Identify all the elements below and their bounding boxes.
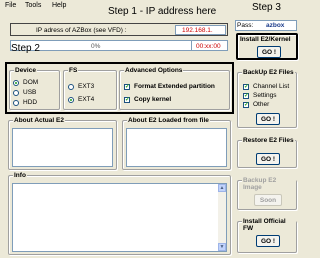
install-fw-title: Install Official FW <box>242 218 296 232</box>
channel-list-label: Channel List <box>253 83 290 90</box>
timer-field: 00:xx:00 <box>191 40 228 51</box>
pass-value[interactable]: azbox <box>266 22 284 29</box>
install-kernel-group: Install E2/Kernel GO ! <box>236 33 298 60</box>
device-hdd-label: HDD <box>23 99 38 106</box>
format-extended-label: Format Extended partition <box>134 83 215 90</box>
backup-image-title: Backup E2 Image <box>242 177 296 191</box>
settings-label: Settings <box>253 92 277 99</box>
checkbox-settings[interactable]: ✓ <box>243 93 249 99</box>
backup-files-group: BackUp E2 Files ✓ Channel List ✓ Setting… <box>237 69 297 128</box>
device-usb-label: USB <box>23 89 37 96</box>
device-group: Device DOM USB HDD <box>9 67 60 110</box>
progress-text: 0% <box>91 43 101 50</box>
ip-input[interactable]: 192.168.1. <box>175 25 226 35</box>
advanced-group: Advanced Options ✓ Format Extended parti… <box>119 67 230 110</box>
ip-label: IP adress of AZBox (see VFD) : <box>36 27 127 34</box>
backup-files-title: BackUp E2 Files <box>242 69 295 76</box>
menu-tools[interactable]: Tools <box>25 2 41 9</box>
fs-group: FS EXT3 EXT4 <box>63 67 117 110</box>
about-actual-group: About Actual E2 <box>8 117 117 170</box>
pass-row: Pass: azbox <box>235 20 297 31</box>
backup-files-go-button[interactable]: GO ! <box>256 113 280 125</box>
timer-value: 00:xx:00 <box>196 43 221 50</box>
radio-dom[interactable] <box>13 80 19 86</box>
about-actual-title: About Actual E2 <box>13 117 65 124</box>
fs-title: FS <box>68 67 79 74</box>
radio-ext3[interactable] <box>68 84 74 90</box>
device-dom-label: DOM <box>23 79 39 86</box>
menu-help[interactable]: Help <box>52 2 66 9</box>
backup-image-soon-button[interactable]: Soon <box>254 194 282 206</box>
radio-usb[interactable] <box>13 90 19 96</box>
step1-annotation: Step 1 - IP address here <box>108 6 217 17</box>
ip-row: IP adress of AZBox (see VFD) : 192.168.1… <box>10 23 228 36</box>
device-title: Device <box>14 67 37 74</box>
fs-ext4-label: EXT4 <box>78 96 95 103</box>
about-loaded-title: About E2 Loaded from file <box>127 117 210 124</box>
radio-ext4[interactable] <box>68 97 74 103</box>
info-title: Info <box>13 172 27 179</box>
restore-files-group: Restore E2 Files GO ! <box>237 137 297 168</box>
menu-file[interactable]: File <box>5 2 16 9</box>
step3-annotation: Step 3 <box>252 2 281 13</box>
advanced-title: Advanced Options <box>124 67 184 74</box>
about-loaded-textbox[interactable] <box>126 128 227 167</box>
restore-files-go-button[interactable]: GO ! <box>256 153 280 165</box>
step2-annotation: Step 2 <box>11 43 40 54</box>
backup-image-group: Backup E2 Image Soon <box>237 177 297 210</box>
info-textbox[interactable]: ▲ ▼ <box>12 183 227 252</box>
restore-files-title: Restore E2 Files <box>242 137 295 144</box>
about-actual-textbox[interactable] <box>12 128 113 167</box>
copy-kernel-label: Copy kernel <box>134 96 172 103</box>
about-loaded-group: About E2 Loaded from file <box>122 117 231 170</box>
checkbox-copy-kernel[interactable]: ✓ <box>124 97 130 103</box>
info-group: Info ▲ ▼ <box>8 172 231 255</box>
scroll-down-icon[interactable]: ▼ <box>218 243 226 251</box>
other-label: Other <box>253 101 270 108</box>
install-fw-group: Install Official FW GO ! <box>237 218 297 253</box>
checkbox-other[interactable]: ✓ <box>243 102 249 108</box>
install-kernel-title: Install E2/Kernel <box>240 36 291 43</box>
ip-value: 192.168.1. <box>182 27 213 34</box>
fs-ext3-label: EXT3 <box>78 83 95 90</box>
checkbox-channel-list[interactable]: ✓ <box>243 84 249 90</box>
scroll-up-icon[interactable]: ▲ <box>218 184 226 192</box>
radio-hdd[interactable] <box>13 100 19 106</box>
checkbox-format-extended[interactable]: ✓ <box>124 84 130 90</box>
pass-label: Pass: <box>237 22 254 29</box>
scrollbar-track[interactable] <box>218 192 226 245</box>
install-fw-go-button[interactable]: GO ! <box>256 235 280 247</box>
install-kernel-go-button[interactable]: GO ! <box>257 46 281 58</box>
